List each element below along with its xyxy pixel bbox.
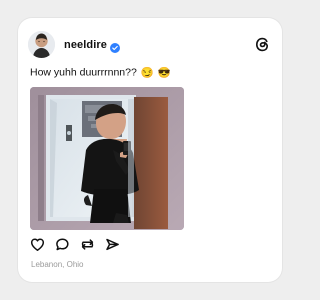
location-label: Lebanon, Ohio bbox=[31, 260, 84, 269]
post-photo[interactable] bbox=[30, 87, 184, 230]
comment-icon[interactable] bbox=[55, 237, 70, 252]
avatar[interactable] bbox=[28, 31, 55, 58]
post-caption: How yuhh duurrrnnn?? 😏 😎 bbox=[30, 66, 171, 79]
smirk-emoji-icon: 😏 bbox=[140, 67, 154, 79]
threads-logo-icon[interactable] bbox=[255, 37, 270, 52]
heart-icon[interactable] bbox=[30, 237, 45, 252]
send-icon[interactable] bbox=[105, 237, 120, 252]
repost-icon[interactable] bbox=[80, 237, 95, 252]
caption-text: How yuhh duurrrnnn?? bbox=[30, 66, 137, 79]
verified-badge-icon bbox=[110, 40, 120, 53]
post-actions bbox=[30, 237, 140, 253]
username[interactable]: neeldire bbox=[64, 39, 107, 51]
post-card: neeldire How yuhh duurrrnnn?? 😏 😎 Lebano… bbox=[18, 18, 282, 282]
sunglasses-emoji-icon: 😎 bbox=[157, 67, 171, 79]
